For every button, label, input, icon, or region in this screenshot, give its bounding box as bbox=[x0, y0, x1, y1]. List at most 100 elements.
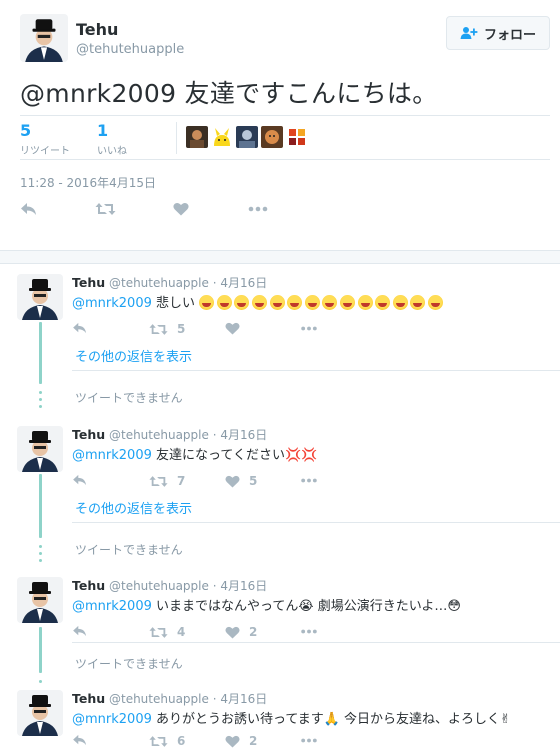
reply-button[interactable] bbox=[72, 322, 88, 334]
laughing-emoji-icon bbox=[322, 295, 338, 310]
show-more-replies-link[interactable]: その他の返信を表示 bbox=[75, 498, 192, 517]
avatar[interactable] bbox=[17, 426, 63, 472]
reply-body: ありがとうお誘い待ってます🙏 今日から友達ね、よろしく✌ bbox=[156, 712, 511, 727]
retweet-button[interactable]: 6 bbox=[149, 734, 185, 748]
like-button[interactable]: 2 bbox=[225, 625, 257, 639]
avatar[interactable] bbox=[17, 577, 63, 623]
heart-icon bbox=[225, 475, 240, 488]
retweet-count: 6 bbox=[177, 734, 186, 748]
more-button[interactable] bbox=[300, 326, 318, 331]
like-button[interactable]: 5 bbox=[225, 474, 257, 488]
reply-date[interactable]: · 4月16日 bbox=[213, 276, 268, 290]
retweet-icon bbox=[149, 735, 168, 747]
avatar[interactable] bbox=[17, 690, 63, 736]
like-count: 2 bbox=[249, 734, 258, 748]
reply-header: Tehu @tehutehuapple · 4月16日 bbox=[72, 274, 267, 291]
retweet-count: 5 bbox=[177, 322, 186, 336]
display-name[interactable]: Tehu bbox=[76, 20, 118, 39]
avatar[interactable] bbox=[20, 14, 68, 62]
mention-link[interactable]: @mnrk2009 bbox=[72, 712, 152, 727]
follow-label: フォロー bbox=[483, 27, 536, 43]
retweet-stat[interactable]: 5 リツイート bbox=[20, 121, 70, 157]
like-button[interactable]: 2 bbox=[225, 734, 257, 748]
reply-icon bbox=[73, 474, 86, 486]
reply-button[interactable] bbox=[72, 625, 88, 637]
laughing-emoji-icon bbox=[339, 295, 355, 310]
more-icon bbox=[301, 478, 317, 483]
divider bbox=[72, 370, 560, 371]
reply-display-name[interactable]: Tehu bbox=[72, 427, 105, 442]
reply-display-name[interactable]: Tehu bbox=[72, 578, 105, 593]
thread-line bbox=[39, 474, 42, 538]
retweet-button[interactable] bbox=[95, 202, 116, 216]
more-button[interactable] bbox=[300, 738, 318, 743]
mention-link[interactable]: @mnrk2009 bbox=[72, 296, 152, 311]
engager-avatar[interactable] bbox=[236, 126, 258, 148]
heart-icon bbox=[173, 202, 189, 216]
laughing-emoji-icon bbox=[234, 295, 250, 310]
mention-link[interactable]: @mnrk2009 bbox=[72, 448, 152, 463]
emoji-row bbox=[199, 295, 445, 311]
retweet-button[interactable]: 5 bbox=[149, 322, 185, 336]
engager-avatar[interactable] bbox=[211, 126, 233, 148]
more-button[interactable] bbox=[248, 206, 268, 212]
reply-icon bbox=[73, 734, 86, 746]
laughing-emoji-icon bbox=[427, 295, 443, 310]
reply-text: @mnrk2009 悲しい bbox=[72, 292, 445, 311]
reply-screen-name[interactable]: @tehutehuapple bbox=[109, 428, 209, 442]
laughing-emoji-icon bbox=[251, 295, 267, 310]
tweet-timestamp[interactable]: 11:28 - 2016年4月15日 bbox=[20, 174, 156, 191]
avatar[interactable] bbox=[17, 274, 63, 320]
reply-date[interactable]: · 4月16日 bbox=[213, 579, 268, 593]
follow-button[interactable]: フォロー bbox=[446, 16, 550, 50]
reply-button[interactable] bbox=[20, 202, 38, 216]
more-button[interactable] bbox=[300, 478, 318, 483]
main-tweet: Tehu @tehutehuapple フォロー @mnrk2009 友達ですこ… bbox=[0, 0, 560, 250]
reply-screen-name[interactable]: @tehutehuapple bbox=[109, 579, 209, 593]
more-icon bbox=[301, 326, 317, 331]
like-count: 2 bbox=[249, 625, 258, 639]
like-button[interactable] bbox=[225, 322, 249, 335]
reply-text: @mnrk2009 いままではなんやってん😭 劇場公演行きたいよ…😳 bbox=[72, 595, 461, 614]
thread-dot bbox=[39, 405, 42, 408]
like-stat[interactable]: 1 いいね bbox=[97, 121, 127, 157]
like-label: いいね bbox=[97, 146, 127, 157]
more-icon bbox=[301, 629, 317, 634]
section-separator bbox=[0, 250, 560, 264]
tweet-text: @mnrk2009 友達ですこんにちは。 bbox=[20, 79, 438, 108]
reply-display-name[interactable]: Tehu bbox=[72, 691, 105, 706]
unavailable-tweet-notice: ツイートできません bbox=[75, 543, 183, 557]
thread-dot bbox=[39, 398, 42, 401]
retweet-count: 7 bbox=[177, 474, 186, 488]
laughing-emoji-icon bbox=[287, 295, 303, 310]
reply-button[interactable] bbox=[72, 474, 88, 486]
retweet-button[interactable]: 7 bbox=[149, 474, 185, 488]
more-button[interactable] bbox=[300, 629, 318, 634]
thread-dot bbox=[39, 545, 42, 548]
unavailable-tweet-notice: ツイートできません bbox=[75, 657, 183, 671]
show-more-replies-link[interactable]: その他の返信を表示 bbox=[75, 346, 192, 365]
thread-dot bbox=[39, 391, 42, 394]
more-icon bbox=[248, 206, 268, 212]
reply-date[interactable]: · 4月16日 bbox=[213, 428, 268, 442]
laughing-emoji-icon bbox=[216, 295, 232, 310]
retweet-button[interactable]: 4 bbox=[149, 625, 185, 639]
reply-screen-name[interactable]: @tehutehuapple bbox=[109, 692, 209, 706]
like-button[interactable] bbox=[173, 202, 189, 216]
reply-button[interactable] bbox=[72, 734, 88, 746]
screen-name[interactable]: @tehutehuapple bbox=[76, 42, 184, 57]
reply-screen-name[interactable]: @tehutehuapple bbox=[109, 276, 209, 290]
laughing-emoji-icon bbox=[199, 295, 215, 310]
engager-avatar[interactable] bbox=[286, 126, 308, 148]
engager-avatar[interactable] bbox=[261, 126, 283, 148]
mention-link[interactable]: @mnrk2009 bbox=[72, 599, 152, 614]
reply-body: 友達になってください💢💢 bbox=[156, 448, 318, 463]
retweet-icon bbox=[149, 626, 168, 638]
engager-avatar[interactable] bbox=[186, 126, 208, 148]
like-count: 1 bbox=[97, 121, 109, 140]
reply-date[interactable]: · 4月16日 bbox=[213, 692, 268, 706]
reply-header: Tehu @tehutehuapple · 4月16日 bbox=[72, 426, 267, 443]
reply-display-name[interactable]: Tehu bbox=[72, 275, 105, 290]
divider bbox=[72, 522, 560, 523]
thread-dot bbox=[39, 559, 42, 562]
